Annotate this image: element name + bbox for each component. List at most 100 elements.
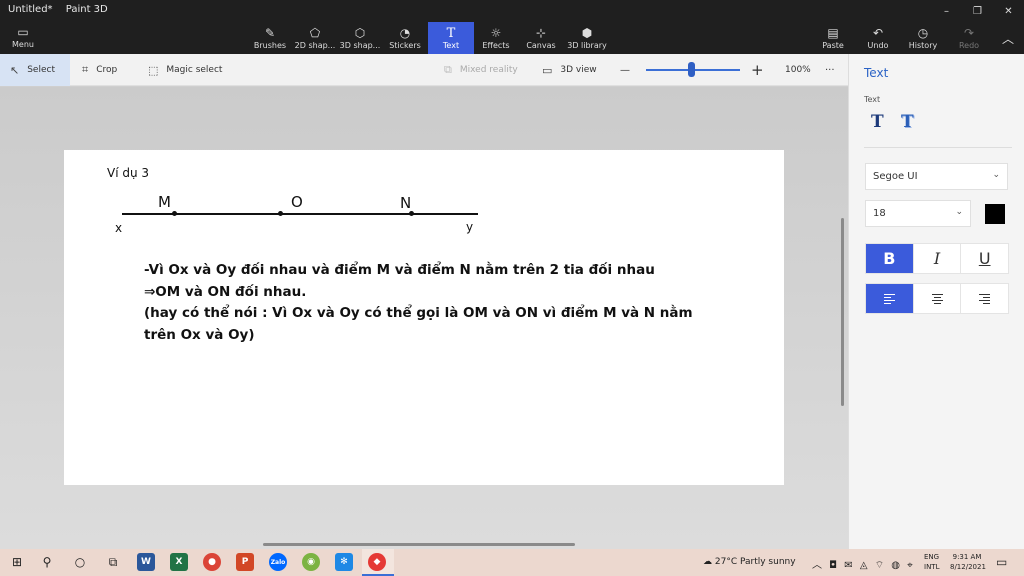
- font-family-select[interactable]: Segoe UI ⌄: [865, 163, 1008, 190]
- point-o: [278, 211, 283, 216]
- zoom-slider-thumb[interactable]: [688, 62, 696, 77]
- word-icon[interactable]: W: [137, 553, 155, 571]
- cortana-icon[interactable]: ○: [71, 553, 89, 571]
- canvas-icon: ⊹: [535, 25, 547, 40]
- horizontal-scrollbar[interactable]: [263, 543, 575, 546]
- paste-button[interactable]: ▤ Paste: [818, 22, 848, 54]
- zoom-in-button[interactable]: +: [751, 54, 764, 86]
- ray-label-x: x: [115, 221, 123, 235]
- tab-brushes[interactable]: ✎ Brushes: [254, 22, 286, 54]
- messenger-app-icon[interactable]: ◉: [302, 553, 320, 571]
- text-style-group: B I U: [865, 243, 1009, 274]
- 3d-shapes-icon: ⬡: [354, 25, 366, 40]
- notification-icon[interactable]: ▭: [996, 555, 1007, 569]
- 2d-shapes-icon: ⬠: [309, 25, 321, 40]
- app-name: Paint 3D: [65, 4, 108, 15]
- task-view-icon[interactable]: ⧉: [104, 553, 122, 571]
- ray-label-y: y: [466, 220, 474, 234]
- document-title: Untitled*: [8, 4, 53, 15]
- windows-taskbar: ⊞ ⚲ ○ ⧉ W X ● P Zalo ◉ ✻ ◆ ☁ 27°C Partly…: [0, 549, 1024, 576]
- italic-button[interactable]: I: [914, 244, 962, 273]
- undo-button[interactable]: ↶ Undo: [864, 22, 892, 54]
- text-line: ⇒OM và ON đối nhau.: [144, 283, 307, 300]
- history-button[interactable]: ◷ History: [906, 22, 940, 54]
- tab-text[interactable]: T Text: [428, 22, 474, 54]
- restore-button[interactable]: ❐: [962, 0, 993, 22]
- weather-icon: ☁: [703, 557, 712, 567]
- redo-button[interactable]: ↷ Redo: [956, 22, 982, 54]
- example-title: Ví dụ 3: [107, 166, 150, 180]
- text-side-panel: Text Text T T Segoe UI ⌄ 18 ⌄ B I U: [848, 54, 1024, 549]
- system-tray-icons[interactable]: ︿ ◘ ✉ ◬ ⌔ ◍ ⌖: [812, 556, 915, 572]
- select-tool[interactable]: ↖ Select: [0, 54, 70, 86]
- more-options-button[interactable]: ···: [825, 54, 835, 86]
- magic-select-tool[interactable]: ⬚ Magic select: [148, 54, 222, 86]
- crop-icon: ⌗: [82, 63, 89, 76]
- menu-button[interactable]: ▭ Menu: [8, 26, 38, 49]
- window-controls: – ❐ ✕: [931, 0, 1024, 22]
- magic-select-icon: ⬚: [148, 63, 159, 77]
- excel-icon[interactable]: X: [170, 553, 188, 571]
- tab-3d-library[interactable]: ⬢ 3D library: [566, 22, 608, 54]
- align-left-button[interactable]: [866, 284, 914, 313]
- 3d-view-icon: ▭: [542, 63, 553, 77]
- bold-button[interactable]: B: [866, 244, 914, 273]
- point-m: [172, 211, 177, 216]
- window-title: Untitled* Paint 3D: [8, 4, 118, 15]
- zoom-level: 100%: [785, 65, 811, 75]
- chevron-down-icon: ⌄: [955, 207, 963, 217]
- history-icon: ◷: [917, 25, 929, 40]
- undo-icon: ↶: [872, 25, 884, 40]
- brush-icon: ✎: [264, 25, 276, 40]
- title-bar: Untitled* Paint 3D – ❐ ✕ ▭ Menu ✎ Brushe…: [0, 0, 1024, 54]
- crop-tool[interactable]: ⌗ Crop: [82, 54, 117, 86]
- menu-icon: ▭: [17, 25, 29, 39]
- paste-icon: ▤: [827, 25, 839, 40]
- search-icon[interactable]: ⚲: [38, 553, 56, 571]
- drawing-canvas[interactable]: Ví dụ 3 M O N x y -Vì Ox và Oy đối nhau …: [64, 150, 784, 485]
- sticker-icon: ◔: [399, 25, 411, 40]
- snowflake-app-icon[interactable]: ✻: [335, 553, 353, 571]
- panel-divider: [864, 147, 1012, 148]
- collapse-ribbon-icon[interactable]: ︿: [1002, 30, 1014, 47]
- tab-3d-shapes[interactable]: ⬡ 3D shap...: [339, 22, 381, 54]
- panel-section-label: Text: [864, 95, 881, 104]
- text-box[interactable]: -Vì Ox và Oy đối nhau và điểm M và điểm …: [144, 260, 744, 346]
- tab-canvas[interactable]: ⊹ Canvas: [525, 22, 557, 54]
- align-center-icon: [931, 293, 943, 304]
- redo-icon: ↷: [963, 25, 975, 40]
- font-size-select[interactable]: 18 ⌄: [865, 200, 971, 227]
- weather-widget[interactable]: ☁ 27°C Partly sunny: [703, 557, 796, 567]
- tab-effects[interactable]: ☼ Effects: [480, 22, 512, 54]
- chevron-down-icon: ⌄: [992, 170, 1000, 180]
- powerpoint-icon[interactable]: P: [236, 553, 254, 571]
- tab-stickers[interactable]: ◔ Stickers: [388, 22, 422, 54]
- clock[interactable]: 9:31 AM 8/12/2021: [950, 552, 986, 572]
- align-right-button[interactable]: [961, 284, 1008, 313]
- tab-2d-shapes[interactable]: ⬠ 2D shap...: [294, 22, 336, 54]
- vertical-scrollbar[interactable]: [841, 218, 844, 406]
- text-align-group: [865, 283, 1009, 314]
- 3d-view-button[interactable]: ▭ 3D view: [542, 54, 597, 86]
- text-icon: T: [446, 25, 456, 41]
- zalo-icon[interactable]: Zalo: [269, 553, 287, 571]
- chrome-icon[interactable]: ●: [203, 553, 221, 571]
- paint-3d-icon[interactable]: ◆: [368, 553, 386, 571]
- 2d-text-icon[interactable]: T: [871, 112, 884, 132]
- close-button[interactable]: ✕: [993, 0, 1024, 22]
- text-line: trên Ox và Oy): [144, 326, 255, 343]
- 3d-text-icon[interactable]: T: [901, 112, 914, 132]
- start-icon[interactable]: ⊞: [8, 553, 26, 571]
- point-label-o: O: [291, 193, 303, 211]
- effects-icon: ☼: [490, 25, 502, 40]
- text-color-swatch[interactable]: [985, 204, 1005, 224]
- panel-title: Text: [864, 66, 889, 80]
- minimize-button[interactable]: –: [931, 0, 962, 22]
- text-line: -Vì Ox và Oy đối nhau và điểm M và điểm …: [144, 262, 655, 278]
- underline-button[interactable]: U: [961, 244, 1008, 273]
- mixed-reality-button[interactable]: ⧉ Mixed reality: [444, 54, 518, 86]
- align-center-button[interactable]: [914, 284, 962, 313]
- zoom-out-button[interactable]: —: [620, 54, 630, 86]
- input-language[interactable]: ENG INTL: [924, 552, 939, 572]
- point-label-n: N: [400, 194, 412, 212]
